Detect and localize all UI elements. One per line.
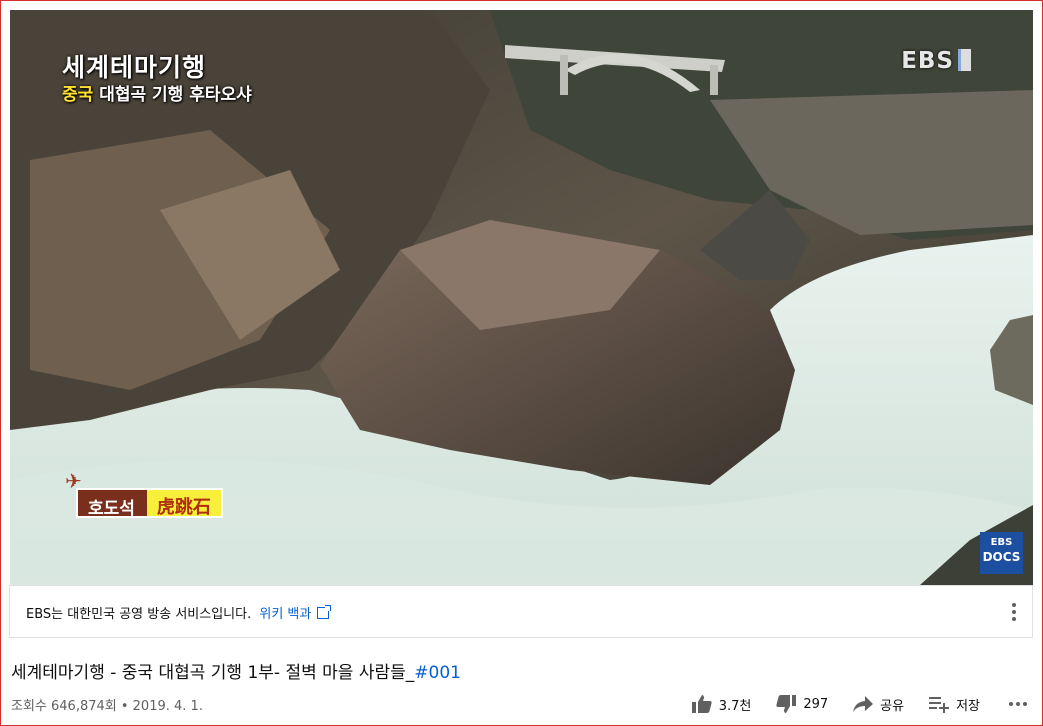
info-panel: EBS는 대한민국 공영 방송 서비스입니다. 위키 백과 <box>9 585 1033 638</box>
more-actions-button[interactable] <box>1006 702 1027 706</box>
ebs-docs-logo: EBS DOCS <box>980 532 1023 574</box>
thumbs-down-icon <box>776 695 797 713</box>
external-link-icon <box>317 605 332 619</box>
program-logo: 세계테마기행 <box>62 53 207 82</box>
caption-chinese: 虎跳石 <box>146 488 223 518</box>
subtitle-country: 중국 <box>62 85 94 105</box>
channel-logo: EBS <box>901 48 971 74</box>
playlist-add-icon <box>929 697 950 713</box>
hashtag-link[interactable]: #001 <box>414 663 461 683</box>
location-caption: 호도석 虎跳石 <box>76 488 223 519</box>
share-icon <box>853 696 874 712</box>
save-button[interactable]: 저장 <box>928 694 980 714</box>
location-subtitle: 중국 대협곡 기행 후타오샤 <box>62 80 252 105</box>
video-player[interactable]: 세계테마기행 중국 대협곡 기행 후타오샤 EBS ✈ 호도석 虎跳石 EBS … <box>10 10 1033 585</box>
info-menu-button[interactable] <box>1012 603 1016 624</box>
share-button[interactable]: 공유 <box>852 694 904 714</box>
view-count-date: 조회수 646,874회 • 2019. 4. 1. <box>11 699 203 714</box>
dislike-button[interactable]: 297 <box>775 694 828 714</box>
thumbs-up-icon <box>691 695 712 713</box>
caption-korean: 호도석 <box>76 488 147 519</box>
subtitle-rest: 대협곡 기행 후타오샤 <box>99 85 252 105</box>
wiki-link[interactable]: 위키 백과 <box>259 607 311 622</box>
like-button[interactable]: 3.7천 <box>691 694 751 714</box>
video-title: 세계테마기행 - 중국 대협곡 기행 1부- 절벽 마을 사람들_#001 <box>11 663 461 683</box>
info-text: EBS는 대한민국 공영 방송 서비스입니다. 위키 백과 <box>26 603 332 622</box>
action-bar: 3.7천 297 공유 저장 <box>667 694 1027 714</box>
